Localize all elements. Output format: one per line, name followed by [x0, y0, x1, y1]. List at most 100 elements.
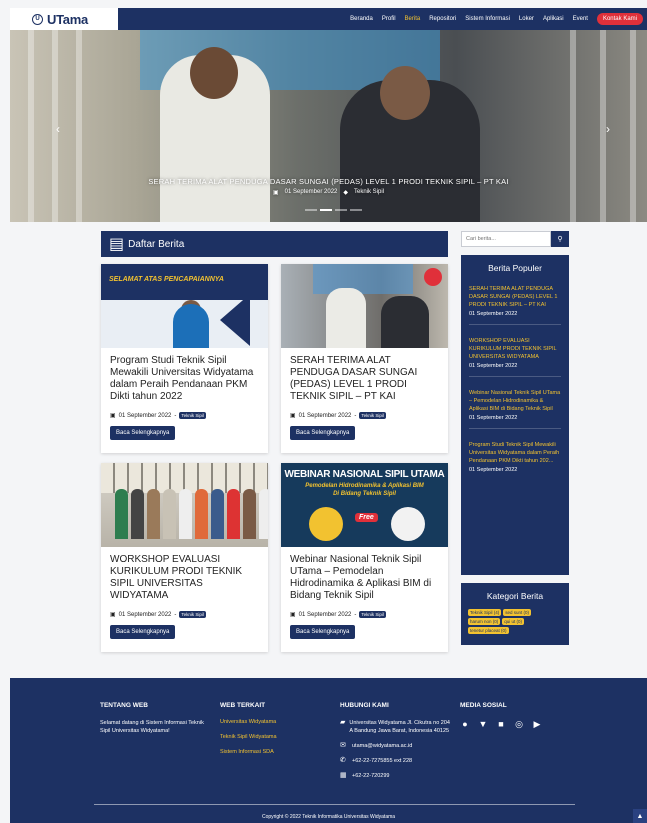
footer-social: MEDIA SOSIAL ● ▼ ■ ◎ ▶ [460, 702, 560, 729]
map-icon: ▰ [340, 719, 346, 726]
nav-berita[interactable]: Berita [405, 16, 421, 22]
read-more-button[interactable]: Baca Selengkapnya [290, 625, 356, 639]
news-card-tag[interactable]: Teknik Sipil [359, 412, 386, 419]
nav-beranda[interactable]: Beranda [350, 16, 373, 22]
popular-item: Program Studi Teknik Sipil Mewakili Univ… [469, 437, 561, 480]
carousel-dot[interactable] [350, 209, 362, 211]
footer-contact: HUBUNGI KAMI ▰ Universitas Widyatama Jl. … [340, 702, 450, 787]
nav-profil[interactable]: Profil [382, 16, 396, 22]
news-card-image[interactable] [281, 264, 448, 348]
github-icon[interactable]: ● [460, 719, 470, 729]
news-card-title[interactable]: Program Studi Teknik Sipil Mewakili Univ… [110, 355, 259, 409]
popular-item-date: 01 September 2022 [469, 311, 518, 317]
hero-carousel: ‹ › SERAH TERIMA ALAT PENDUGA DASAR SUNG… [10, 30, 647, 222]
carousel-next-icon[interactable]: › [606, 122, 610, 136]
logo-text: UTama [47, 11, 88, 27]
popular-item-title[interactable]: WORKSHOP EVALUASI KURIKULUM PRODI TEKNIK… [469, 337, 561, 361]
category-list: Teknik Sipil (4) sed sunt (0) harum non … [468, 609, 562, 634]
search-button[interactable]: ⚲ [551, 231, 569, 247]
news-card: WEBINAR NASIONAL SIPIL UTAMA Pemodelan H… [281, 463, 448, 652]
tag-icon: ◆ [343, 190, 348, 196]
linkedin-icon[interactable]: ■ [496, 719, 506, 729]
nav-loker[interactable]: Loker [519, 16, 534, 22]
carousel-prev-icon[interactable]: ‹ [56, 122, 60, 136]
copyright: Copyright © 2022 Teknik Informatika Univ… [261, 814, 396, 820]
section-title: Daftar Berita [128, 238, 185, 250]
news-card-image[interactable] [101, 463, 268, 547]
footer-about-text: Selamat datang di Sistem Informasi Tekni… [100, 720, 204, 734]
news-card-date: 01 September 2022 [118, 412, 172, 419]
footer-link[interactable]: Sistem Informasi SDA [220, 749, 320, 755]
footer-about: TENTANG WEB Selamat datang di Sistem Inf… [100, 702, 205, 735]
arrow-up-icon: ▲ [636, 812, 644, 820]
carousel-dot[interactable] [335, 209, 347, 211]
news-card: WORKSHOP EVALUASI KURIKULUM PRODI TEKNIK… [101, 463, 268, 652]
popular-item-title[interactable]: Webinar Nasional Teknik Sipil UTama – Pe… [469, 389, 561, 413]
newspaper-icon: ▤ [109, 236, 125, 253]
news-card-image[interactable]: WEBINAR NASIONAL SIPIL UTAMA Pemodelan H… [281, 463, 448, 547]
hero-tag[interactable]: Teknik Sipil [354, 189, 384, 196]
category-tag[interactable]: sed sunt (0) [503, 609, 532, 616]
category-box: Kategori Berita Teknik Sipil (4) sed sun… [461, 583, 569, 645]
category-tag[interactable]: tenetur placeat (0) [468, 627, 509, 634]
nav-links: Beranda Profil Berita Repositori Sistem … [350, 13, 647, 25]
site-logo[interactable]: U UTama [10, 8, 118, 30]
hero-date: 01 September 2022 [284, 189, 338, 195]
carousel-dot[interactable] [305, 209, 317, 211]
category-tag[interactable]: Teknik Sipil (4) [468, 609, 502, 616]
youtube-icon[interactable]: ▶ [532, 719, 542, 729]
utama-logo-icon: U [32, 13, 43, 25]
popular-item-title[interactable]: Program Studi Teknik Sipil Mewakili Univ… [469, 441, 561, 465]
read-more-button[interactable]: Baca Selengkapnya [110, 426, 176, 440]
news-card-date: 01 September 2022 [118, 611, 172, 618]
contact-button[interactable]: Kontak Kami [596, 13, 643, 25]
popular-title: Berita Populer [488, 263, 542, 273]
popular-item-date: 01 September 2022 [469, 467, 518, 473]
footer-link[interactable]: Universitas Widyatama [220, 719, 320, 725]
news-card-image[interactable]: SELAMAT ATAS PENCAPAIANNYA [101, 264, 268, 348]
footer-link[interactable]: Teknik Sipil Widyatama [220, 734, 320, 740]
footer-about-title: TENTANG WEB [100, 702, 148, 709]
image-subtitle: Pemodelan Hidrodinamika & Aplikasi BIM [305, 483, 424, 489]
carousel-indicators [305, 209, 362, 211]
news-card-title[interactable]: Webinar Nasional Teknik Sipil UTama – Pe… [290, 554, 439, 608]
phone-icon: ✆ [340, 757, 346, 764]
popular-item-title[interactable]: SERAH TERIMA ALAT PENDUGA DASAR SUNGAI (… [469, 285, 561, 309]
news-card-title[interactable]: SERAH TERIMA ALAT PENDUGA DASAR SUNGAI (… [290, 355, 439, 409]
image-caption: SELAMAT ATAS PENCAPAIANNYA [109, 276, 224, 283]
nav-sistem-informasi[interactable]: Sistem Informasi [465, 16, 510, 22]
nav-repositori[interactable]: Repositori [429, 16, 456, 22]
fax-icon: ▦ [340, 772, 347, 779]
hero-caption[interactable]: SERAH TERIMA ALAT PENDUGA DASAR SUNGAI (… [10, 177, 647, 186]
news-card-tag[interactable]: Teknik Sipil [179, 611, 206, 618]
read-more-button[interactable]: Baca Selengkapnya [290, 426, 356, 440]
news-list-header: ▤ Daftar Berita [101, 231, 448, 257]
read-more-button[interactable]: Baca Selengkapnya [110, 625, 176, 639]
category-tag[interactable]: harum non (0) [468, 618, 501, 625]
category-tag[interactable]: qui ut (0) [502, 618, 525, 625]
search-form: ⚲ [461, 231, 569, 247]
calendar-icon: ▣ [272, 190, 279, 196]
search-input[interactable] [461, 231, 551, 247]
top-navbar: U UTama Beranda Profil Berita Repositori… [10, 8, 647, 30]
popular-item: SERAH TERIMA ALAT PENDUGA DASAR SUNGAI (… [469, 281, 561, 325]
nav-event[interactable]: Event [573, 16, 588, 22]
back-to-top-button[interactable]: ▲ [633, 809, 647, 823]
news-card-title[interactable]: WORKSHOP EVALUASI KURIKULUM PRODI TEKNIK… [110, 554, 259, 608]
footer-fax: +62-22-720299 [352, 773, 390, 779]
hero-meta: ▣ 01 September 2022 ◆ Teknik Sipil [10, 189, 647, 196]
popular-news-box: Berita Populer SERAH TERIMA ALAT PENDUGA… [461, 255, 569, 575]
news-card: SERAH TERIMA ALAT PENDUGA DASAR SUNGAI (… [281, 264, 448, 453]
footer-email[interactable]: utama@widyatama.ac.id [352, 742, 412, 750]
news-card-tag[interactable]: Teknik Sipil [359, 611, 386, 618]
twitter-icon[interactable]: ▼ [478, 719, 488, 729]
instagram-icon[interactable]: ◎ [514, 719, 524, 729]
image-title: WEBINAR NASIONAL SIPIL UTAMA [284, 469, 445, 480]
news-card-date: 01 September 2022 [298, 611, 352, 618]
carousel-dot-active[interactable] [320, 209, 332, 211]
nav-aplikasi[interactable]: Aplikasi [543, 16, 564, 22]
footer-links-title: WEB TERKAIT [220, 702, 266, 709]
news-card-tag[interactable]: Teknik Sipil [179, 412, 206, 419]
popular-item-date: 01 September 2022 [469, 415, 518, 421]
calendar-icon: ▣ [110, 413, 116, 419]
